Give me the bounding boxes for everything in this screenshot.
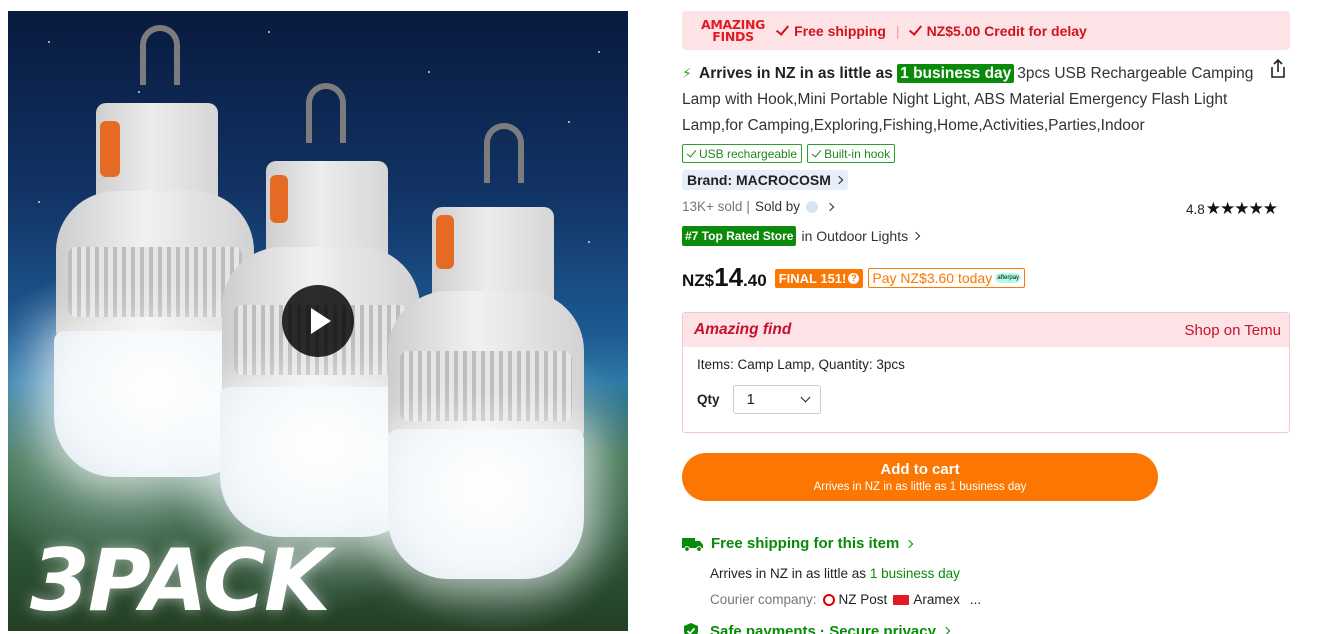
chevron-down-icon [800,392,810,403]
free-shipping-link[interactable]: Free shipping for this item [682,535,914,552]
afterpay-logo: afterpay [995,273,1022,283]
chevron-right-icon [911,231,921,241]
arrival-highlight: 1 business day [897,64,1015,83]
shop-on-temu-link[interactable]: Shop on Temu [1185,322,1281,339]
divider: | [746,199,750,214]
star-decoration [268,31,270,33]
delay-credit-label: NZ$5.00 Credit for delay [926,22,1087,39]
chevron-right-icon [941,626,951,634]
feature-tag: USB rechargeable [682,144,803,163]
add-to-cart-sublabel: Arrives in NZ in as little as 1 business… [813,481,1027,493]
courier-name: Aramex [913,592,960,607]
share-icon[interactable] [1268,58,1288,80]
sold-count: 13K+ sold [682,199,743,214]
seller-avatar-icon[interactable] [805,200,818,213]
chevron-right-icon [834,175,844,185]
check-icon [776,21,790,36]
free-shipping-label: Free shipping [794,22,886,39]
star-decoration [598,51,600,53]
add-to-cart-label: Add to cart [880,461,960,478]
divider: | [895,22,900,39]
amazing-find-title: Amazing find [694,321,792,338]
check-icon [908,21,922,36]
star-decoration [588,241,590,243]
price-integer: 14 [714,262,744,292]
sales-info: 13K+ sold | Sold by [682,199,835,214]
courier-more[interactable]: ... [970,592,981,607]
star-decoration [568,121,570,123]
store-rank: #7 Top Rated Store in Outdoor Lights [682,226,921,246]
star-rating-icon: ★★★★★ [1205,199,1278,218]
add-to-cart-button[interactable]: Add to cart Arrives in NZ in as little a… [682,453,1158,501]
aramex-icon [893,594,910,605]
feature-tags: USB rechargeable Built-in hook [682,144,896,163]
star-decoration [48,41,50,43]
help-icon: ? [848,273,860,284]
image-overlay-text: 3PACK [30,531,331,631]
amazing-finds-logo: AMAZING FINDS [701,16,766,44]
product-title: ⚡ Arrives in NZ in as little as 1 busines… [682,60,1257,139]
amazing-finds-banner: AMAZING FINDS Free shipping | NZ$5.00 Cr… [682,11,1290,50]
check-icon [811,146,822,158]
play-icon[interactable] [282,285,354,357]
amazing-find-panel: Amazing find Shop on Temu Items: Camp La… [682,312,1290,433]
chevron-right-icon[interactable] [825,202,835,211]
safe-payments-link[interactable]: Safe payments · Secure privacy [682,622,951,634]
courier-name: NZ Post [838,592,888,607]
rating[interactable]: 4.8 ★★★★★ [1186,199,1278,219]
arrival-prefix: Arrives in NZ in as little as [699,65,893,82]
star-decoration [138,91,140,93]
afterpay-badge[interactable]: Pay NZ$3.60 today afterpay [868,268,1026,288]
chevron-right-icon [905,539,914,548]
check-icon [686,146,697,158]
sold-by-label: Sold by [754,199,800,214]
final-sale-badge[interactable]: FINAL 151!? [774,269,864,288]
shield-check-icon [684,623,698,634]
brand-link[interactable]: Brand: MACROCOSM [682,170,848,190]
arrival-highlight: 1 business day [869,566,960,581]
product-image[interactable]: 3PACK [8,11,628,631]
rating-value: 4.8 [1186,201,1205,217]
nz-post-icon [822,593,835,606]
quantity-select[interactable]: 1 [732,385,821,414]
arrival-info: Arrives in NZ in as little as 1 business… [710,566,960,581]
price-currency: NZ$ [682,271,715,290]
price-decimal: .40 [743,271,767,290]
price: NZ$ 14 .40 FINAL 151!? Pay NZ$3.60 today… [682,262,1026,293]
quantity-value: 1 [746,391,755,408]
top-rated-badge: #7 Top Rated Store [682,226,797,246]
courier-label: Courier company: [710,592,817,607]
truck-icon [682,537,703,552]
courier-info: Courier company: NZ Post Aramex ... [710,592,981,607]
lightning-icon: ⚡ [682,65,692,81]
star-decoration [428,71,430,73]
star-decoration [38,201,40,203]
feature-tag: Built-in hook [807,144,896,163]
category-link[interactable]: in Outdoor Lights [801,228,921,244]
qty-label: Qty [697,392,720,407]
items-summary: Items: Camp Lamp, Quantity: 3pcs [697,357,905,372]
amazing-find-header: Amazing find Shop on Temu [683,313,1289,347]
